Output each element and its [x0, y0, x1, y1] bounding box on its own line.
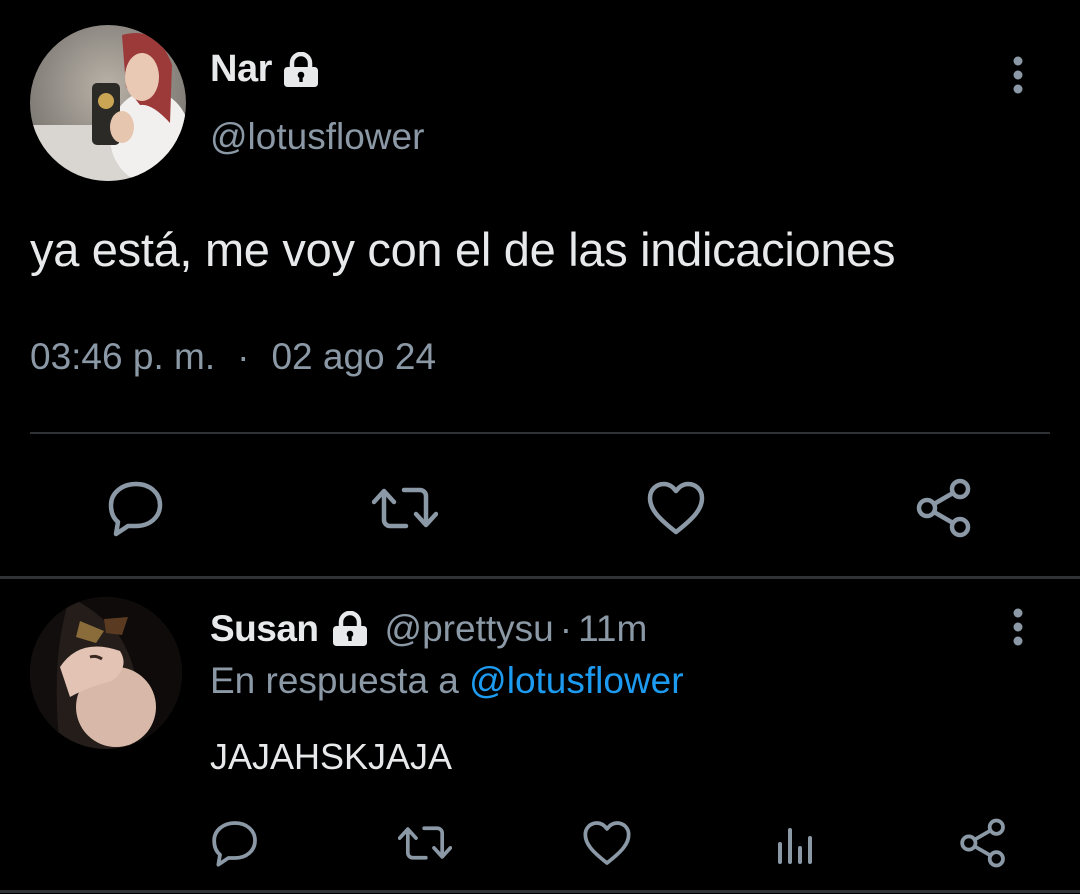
tweet-time: 03:46 p. m. [30, 336, 216, 377]
reply-icon[interactable] [210, 818, 260, 868]
tweet-thread: Nar @lotusflower ya está, me voy con el … [0, 0, 1080, 894]
share-icon[interactable] [958, 818, 1008, 868]
analytics-icon[interactable] [772, 818, 822, 868]
divider [0, 576, 1080, 579]
reply-time[interactable]: 11m [578, 608, 647, 650]
lock-icon [280, 51, 322, 88]
reply-header: Susan @prettysu · 11m [210, 608, 647, 650]
meta-separator: · [237, 336, 250, 377]
replying-to-handle-link[interactable]: @lotusflower [469, 660, 683, 701]
divider [30, 432, 1050, 434]
meta-separator: · [559, 608, 573, 649]
avatar-photo [30, 597, 182, 749]
reply-icon[interactable] [106, 478, 166, 538]
share-icon[interactable] [914, 478, 974, 538]
avatar-photo [30, 25, 186, 181]
more-options-icon[interactable] [1003, 50, 1033, 100]
avatar[interactable] [30, 25, 186, 181]
tweet-timestamp[interactable]: 03:46 p. m. · 02 ago 24 [30, 336, 436, 378]
avatar[interactable] [30, 597, 182, 749]
author-name[interactable]: Susan [210, 608, 319, 650]
author-row: Nar [210, 48, 322, 91]
lock-icon [329, 611, 371, 647]
tweet-date: 02 ago 24 [271, 336, 437, 377]
replying-to-prefix: En respuesta a [210, 660, 459, 701]
like-icon[interactable] [646, 478, 706, 538]
more-options-icon[interactable] [1003, 602, 1033, 652]
author-handle[interactable]: @prettysu [385, 608, 554, 650]
retweet-icon[interactable] [372, 478, 438, 538]
replying-to: En respuesta a @lotusflower [210, 660, 684, 702]
tweet-text: ya está, me voy con el de las indicacion… [30, 223, 896, 276]
divider [0, 890, 1080, 893]
tweet-text: JAJAHSKJAJA [210, 736, 453, 777]
retweet-icon[interactable] [398, 818, 452, 868]
author-name[interactable]: Nar [210, 48, 272, 91]
author-handle[interactable]: @lotusflower [210, 116, 424, 158]
like-icon[interactable] [582, 818, 632, 868]
